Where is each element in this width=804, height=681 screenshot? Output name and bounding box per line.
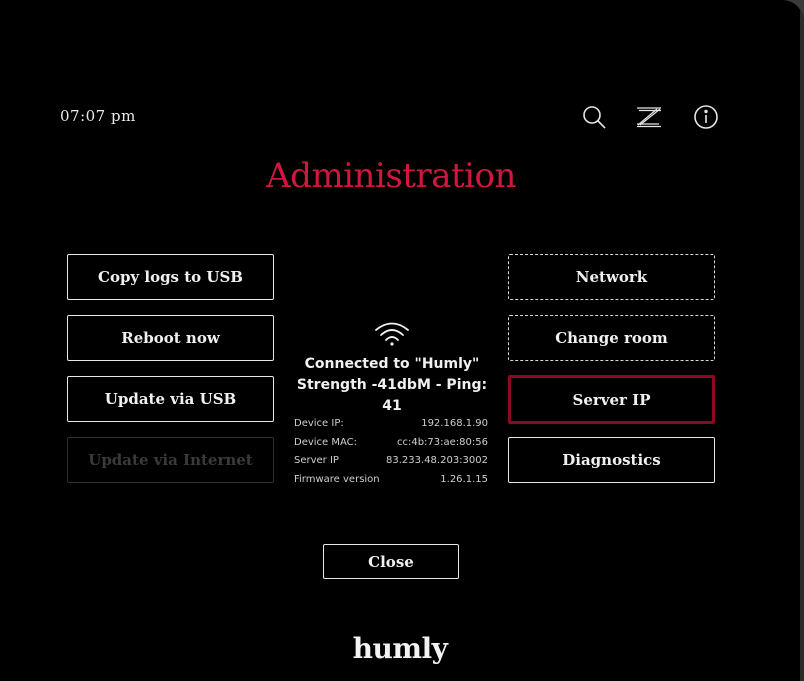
network-button[interactable]: Network bbox=[508, 254, 715, 300]
update-usb-button[interactable]: Update via USB bbox=[67, 376, 274, 422]
info-value: 192.168.1.90 bbox=[421, 418, 488, 429]
info-label: Device MAC: bbox=[294, 436, 358, 448]
close-button[interactable]: Close bbox=[323, 544, 459, 579]
info-icon[interactable] bbox=[693, 104, 719, 130]
z-icon[interactable] bbox=[636, 104, 662, 130]
info-row: Device IP: 192.168.1.90 bbox=[294, 415, 488, 434]
reboot-button[interactable]: Reboot now bbox=[67, 315, 274, 361]
info-label: Device IP: bbox=[294, 418, 344, 429]
server-ip-button[interactable]: Server IP bbox=[508, 375, 715, 424]
info-label: Firmware version bbox=[294, 473, 380, 485]
device-info: Device IP: 192.168.1.90 Device MAC: cc:4… bbox=[294, 415, 488, 489]
info-row: Firmware version 1.26.1.15 bbox=[294, 471, 488, 490]
info-row: Server IP 83.233.48.203:3002 bbox=[294, 452, 488, 471]
info-value: cc:4b:73:ae:80:56 bbox=[396, 436, 488, 448]
info-value: 1.26.1.15 bbox=[440, 473, 488, 485]
search-icon[interactable] bbox=[581, 104, 607, 130]
page-title: Administration bbox=[266, 156, 516, 196]
copy-logs-button[interactable]: Copy logs to USB bbox=[67, 254, 274, 300]
info-label: Server IP bbox=[294, 455, 339, 466]
strength-text: Strength -41dbM - Ping: 41 bbox=[296, 377, 488, 414]
update-internet-button: Update via Internet bbox=[67, 437, 274, 483]
connected-text: Connected to "Humly" bbox=[304, 356, 480, 372]
wifi-icon bbox=[374, 320, 410, 348]
window-edge bbox=[800, 0, 804, 681]
clock: 07:07 pm bbox=[60, 107, 136, 125]
connection-status: Connected to "Humly" Strength -41dbM - P… bbox=[292, 320, 492, 417]
humly-logo: humly bbox=[352, 632, 448, 665]
change-room-button[interactable]: Change room bbox=[508, 315, 715, 361]
info-row: Device MAC: cc:4b:73:ae:80:56 bbox=[294, 434, 488, 453]
info-value: 83.233.48.203:3002 bbox=[386, 455, 488, 466]
diagnostics-button[interactable]: Diagnostics bbox=[508, 437, 715, 483]
admin-screen: 07:07 pm Administration Copy logs to USB… bbox=[0, 0, 804, 681]
